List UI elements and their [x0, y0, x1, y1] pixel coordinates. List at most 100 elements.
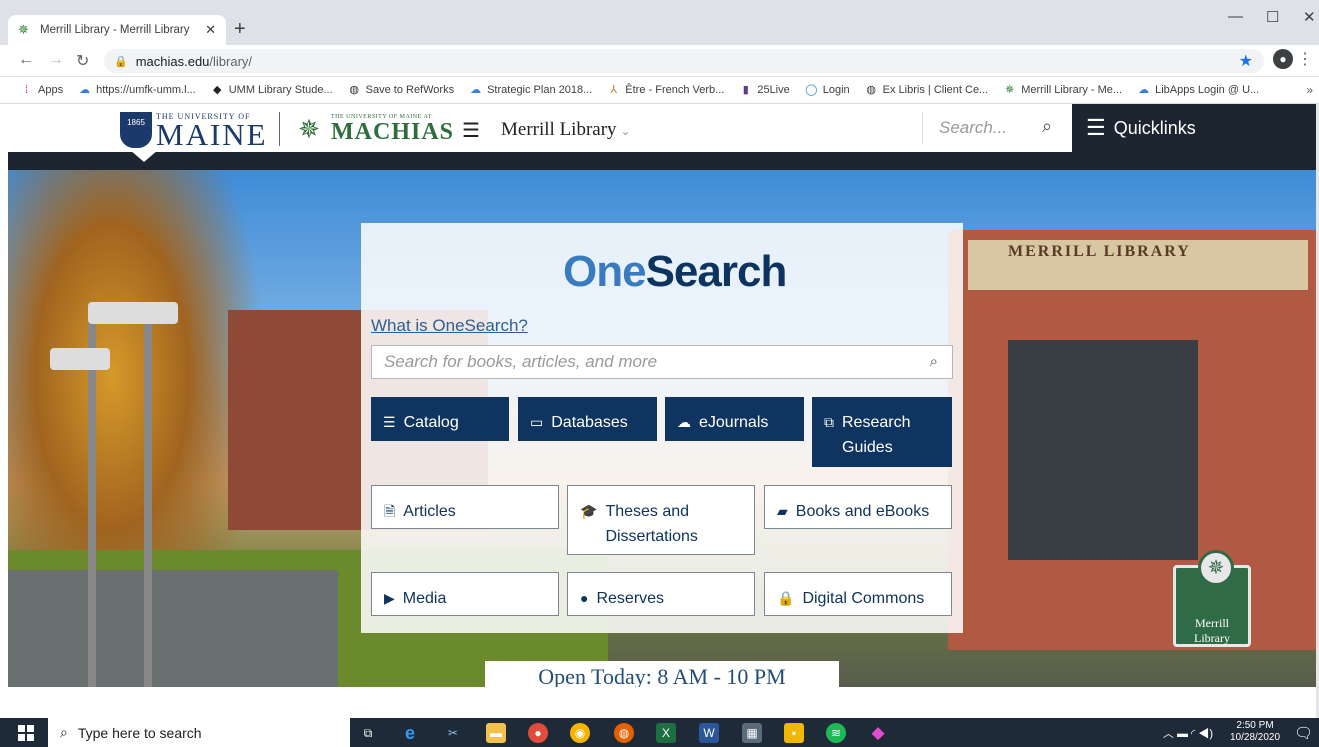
header-bar — [8, 152, 1319, 170]
research-guides-label: Research Guides — [842, 414, 911, 456]
quicklinks-button[interactable]: ☰ Quicklinks — [1072, 104, 1319, 152]
task-view-icon[interactable]: ⧉ — [358, 723, 378, 743]
calculator-icon[interactable]: ▦ — [742, 723, 762, 743]
bookmarks-overflow-icon[interactable]: » — [1306, 83, 1313, 97]
reserves-label: Reserves — [596, 590, 665, 607]
ejournals-label: eJournals — [699, 414, 769, 431]
library-title-menu[interactable]: Merrill Library ⌄ — [501, 119, 631, 141]
bookmark-label: UMM Library Stude... — [228, 84, 333, 96]
bookmark-item[interactable]: ⅄ Être - French Verb... — [607, 84, 724, 97]
book-icon: ▰ — [777, 503, 788, 519]
document-icon: 🗎 — [384, 503, 396, 519]
onesearch-input[interactable]: Search for books, articles, and more ⌕ — [371, 345, 953, 379]
bookmark-label: 25Live — [757, 84, 790, 96]
forward-icon[interactable]: → — [48, 51, 64, 69]
close-tab-icon[interactable]: ✕ — [205, 22, 216, 38]
bookmark-item[interactable]: ⁞ Apps — [20, 84, 63, 97]
umm-logo[interactable]: ✵ THE UNIVERSITY OF MAINE AT MACHIAS — [290, 112, 454, 146]
ejournals-button[interactable]: ☁ eJournals — [665, 397, 804, 441]
bookmark-label: Merrill Library - Me... — [1021, 84, 1123, 96]
bookmark-item[interactable]: ☁ https://umfk-umm.l... — [78, 84, 196, 97]
bookmark-item[interactable]: ◍ Ex Libris | Client Ce... — [865, 84, 989, 97]
windows-start-icon[interactable] — [18, 725, 34, 741]
maximize-icon[interactable]: ☐ — [1266, 8, 1279, 26]
umaine-logo[interactable]: 1865 THE UNIVERSITY OF MAINE — [120, 110, 268, 150]
databases-button[interactable]: ▭ Databases — [518, 397, 657, 441]
cloud-icon: ☁ — [1138, 83, 1150, 96]
new-tab-icon[interactable]: + — [234, 18, 246, 41]
search-divider — [922, 112, 923, 144]
word-icon[interactable]: W — [699, 723, 719, 743]
lock-icon: 🔒 — [114, 55, 128, 68]
play-icon: ▶ — [384, 590, 395, 606]
spotify-icon[interactable]: ≋ — [826, 723, 846, 743]
bookmark-item[interactable]: ◯ Login — [805, 84, 850, 97]
list-icon: ☰ — [383, 414, 396, 430]
bookmark-item[interactable]: ◍ Save to RefWorks — [348, 84, 454, 97]
bookmark-item[interactable]: ☁ Strategic Plan 2018... — [469, 84, 592, 97]
notification-icon[interactable]: 🗨 — [1294, 724, 1313, 742]
snip-tool-icon[interactable]: ✂ — [443, 723, 463, 743]
excel-icon[interactable]: X — [656, 723, 676, 743]
account-icon[interactable]: ● — [1273, 49, 1293, 69]
parking-lot — [8, 570, 338, 687]
windows-taskbar: ⌕ Type here to search ⧉ e ✂ ▬ ● ◉ ◍ X W … — [0, 718, 1319, 747]
url-field[interactable]: 🔒 machias.edu/library/ — [104, 49, 1264, 73]
digital-commons-label: Digital Commons — [802, 590, 925, 607]
logo-divider — [279, 112, 280, 146]
articles-button[interactable]: 🗎 Articles — [371, 485, 559, 529]
hamburger-menu-icon[interactable]: ☰ — [462, 118, 480, 143]
taskbar-search-placeholder: Type here to search — [77, 724, 202, 741]
sticky-notes-icon[interactable]: ▪ — [784, 723, 804, 743]
search-icon[interactable]: ⌕ — [1042, 116, 1052, 137]
clock[interactable]: 2:50 PM 10/28/2020 — [1230, 720, 1280, 744]
bookmark-item[interactable]: ◆ UMM Library Stude... — [211, 84, 333, 97]
paint-icon[interactable]: ◆ — [868, 723, 888, 743]
back-icon[interactable]: ← — [18, 51, 34, 69]
bookmark-item[interactable]: ▮ 25Live — [739, 84, 790, 97]
bookmark-label: Ex Libris | Client Ce... — [882, 84, 989, 96]
bookmark-label: Être - French Verb... — [625, 84, 725, 96]
bookmark-item[interactable]: ✵ Merrill Library - Me... — [1003, 84, 1122, 97]
search-icon[interactable]: ⌕ — [930, 353, 938, 370]
media-button[interactable]: ▶ Media — [371, 572, 559, 616]
chrome-icon[interactable]: ◉ — [570, 723, 590, 743]
site-header: 1865 THE UNIVERSITY OF MAINE ✵ THE UNIVE… — [0, 104, 1319, 152]
bookmark-star-icon[interactable]: ★ — [1239, 51, 1253, 71]
header-search-input[interactable]: Search... — [939, 118, 1007, 138]
ring-icon: ◯ — [805, 83, 818, 96]
app-icon[interactable]: ● — [528, 723, 548, 743]
library-entrance — [1008, 340, 1198, 560]
digital-commons-button[interactable]: 🔒 Digital Commons — [764, 572, 952, 616]
theses-button[interactable]: 🎓 Theses and Dissertations — [567, 485, 755, 555]
browser-tab[interactable]: ✵ Merrill Library - Merrill Library ✕ — [8, 15, 226, 45]
umaine-shield-icon: 1865 — [120, 112, 152, 148]
taskbar-search-input[interactable]: ⌕ Type here to search — [48, 718, 350, 747]
tab-title: Merrill Library - Merrill Library — [40, 24, 190, 36]
library-title: Merrill Library — [501, 119, 617, 140]
minimize-icon[interactable]: — — [1228, 8, 1243, 25]
url-host: machias.edu — [135, 53, 210, 69]
what-is-onesearch-link[interactable]: What is OneSearch? — [371, 316, 528, 336]
globe-icon: ◍ — [349, 83, 359, 96]
page-body — [0, 687, 1319, 718]
cloud-icon: ☁ — [79, 83, 91, 96]
bookmark-item[interactable]: ☁ LibApps Login @ U... — [1137, 84, 1259, 97]
reserves-button[interactable]: ● Reserves — [567, 572, 755, 616]
umaine-big-text: MAINE — [156, 116, 268, 152]
close-window-icon[interactable]: ✕ — [1303, 8, 1316, 26]
bookmark-label: LibApps Login @ U... — [1155, 84, 1260, 96]
research-guides-button[interactable]: ⧉ Research Guides — [812, 397, 952, 467]
catalog-label: Catalog — [403, 414, 459, 431]
file-explorer-icon[interactable]: ▬ — [486, 723, 506, 743]
system-tray-icons[interactable]: ︿ ▬ ◜ ◀) — [1163, 725, 1213, 741]
menu-kebab-icon[interactable]: ⋮ — [1297, 49, 1313, 69]
user-icon: ● — [580, 590, 589, 606]
books-ebooks-button[interactable]: ▰ Books and eBooks — [764, 485, 952, 529]
umm-big-text: MACHIAS — [331, 119, 455, 145]
firefox-icon[interactable]: ◍ — [614, 723, 634, 743]
reload-icon[interactable]: ↻ — [76, 51, 89, 71]
edge-icon[interactable]: e — [400, 723, 420, 743]
bookmark-label: Login — [822, 84, 850, 96]
catalog-button[interactable]: ☰ Catalog — [371, 397, 509, 441]
